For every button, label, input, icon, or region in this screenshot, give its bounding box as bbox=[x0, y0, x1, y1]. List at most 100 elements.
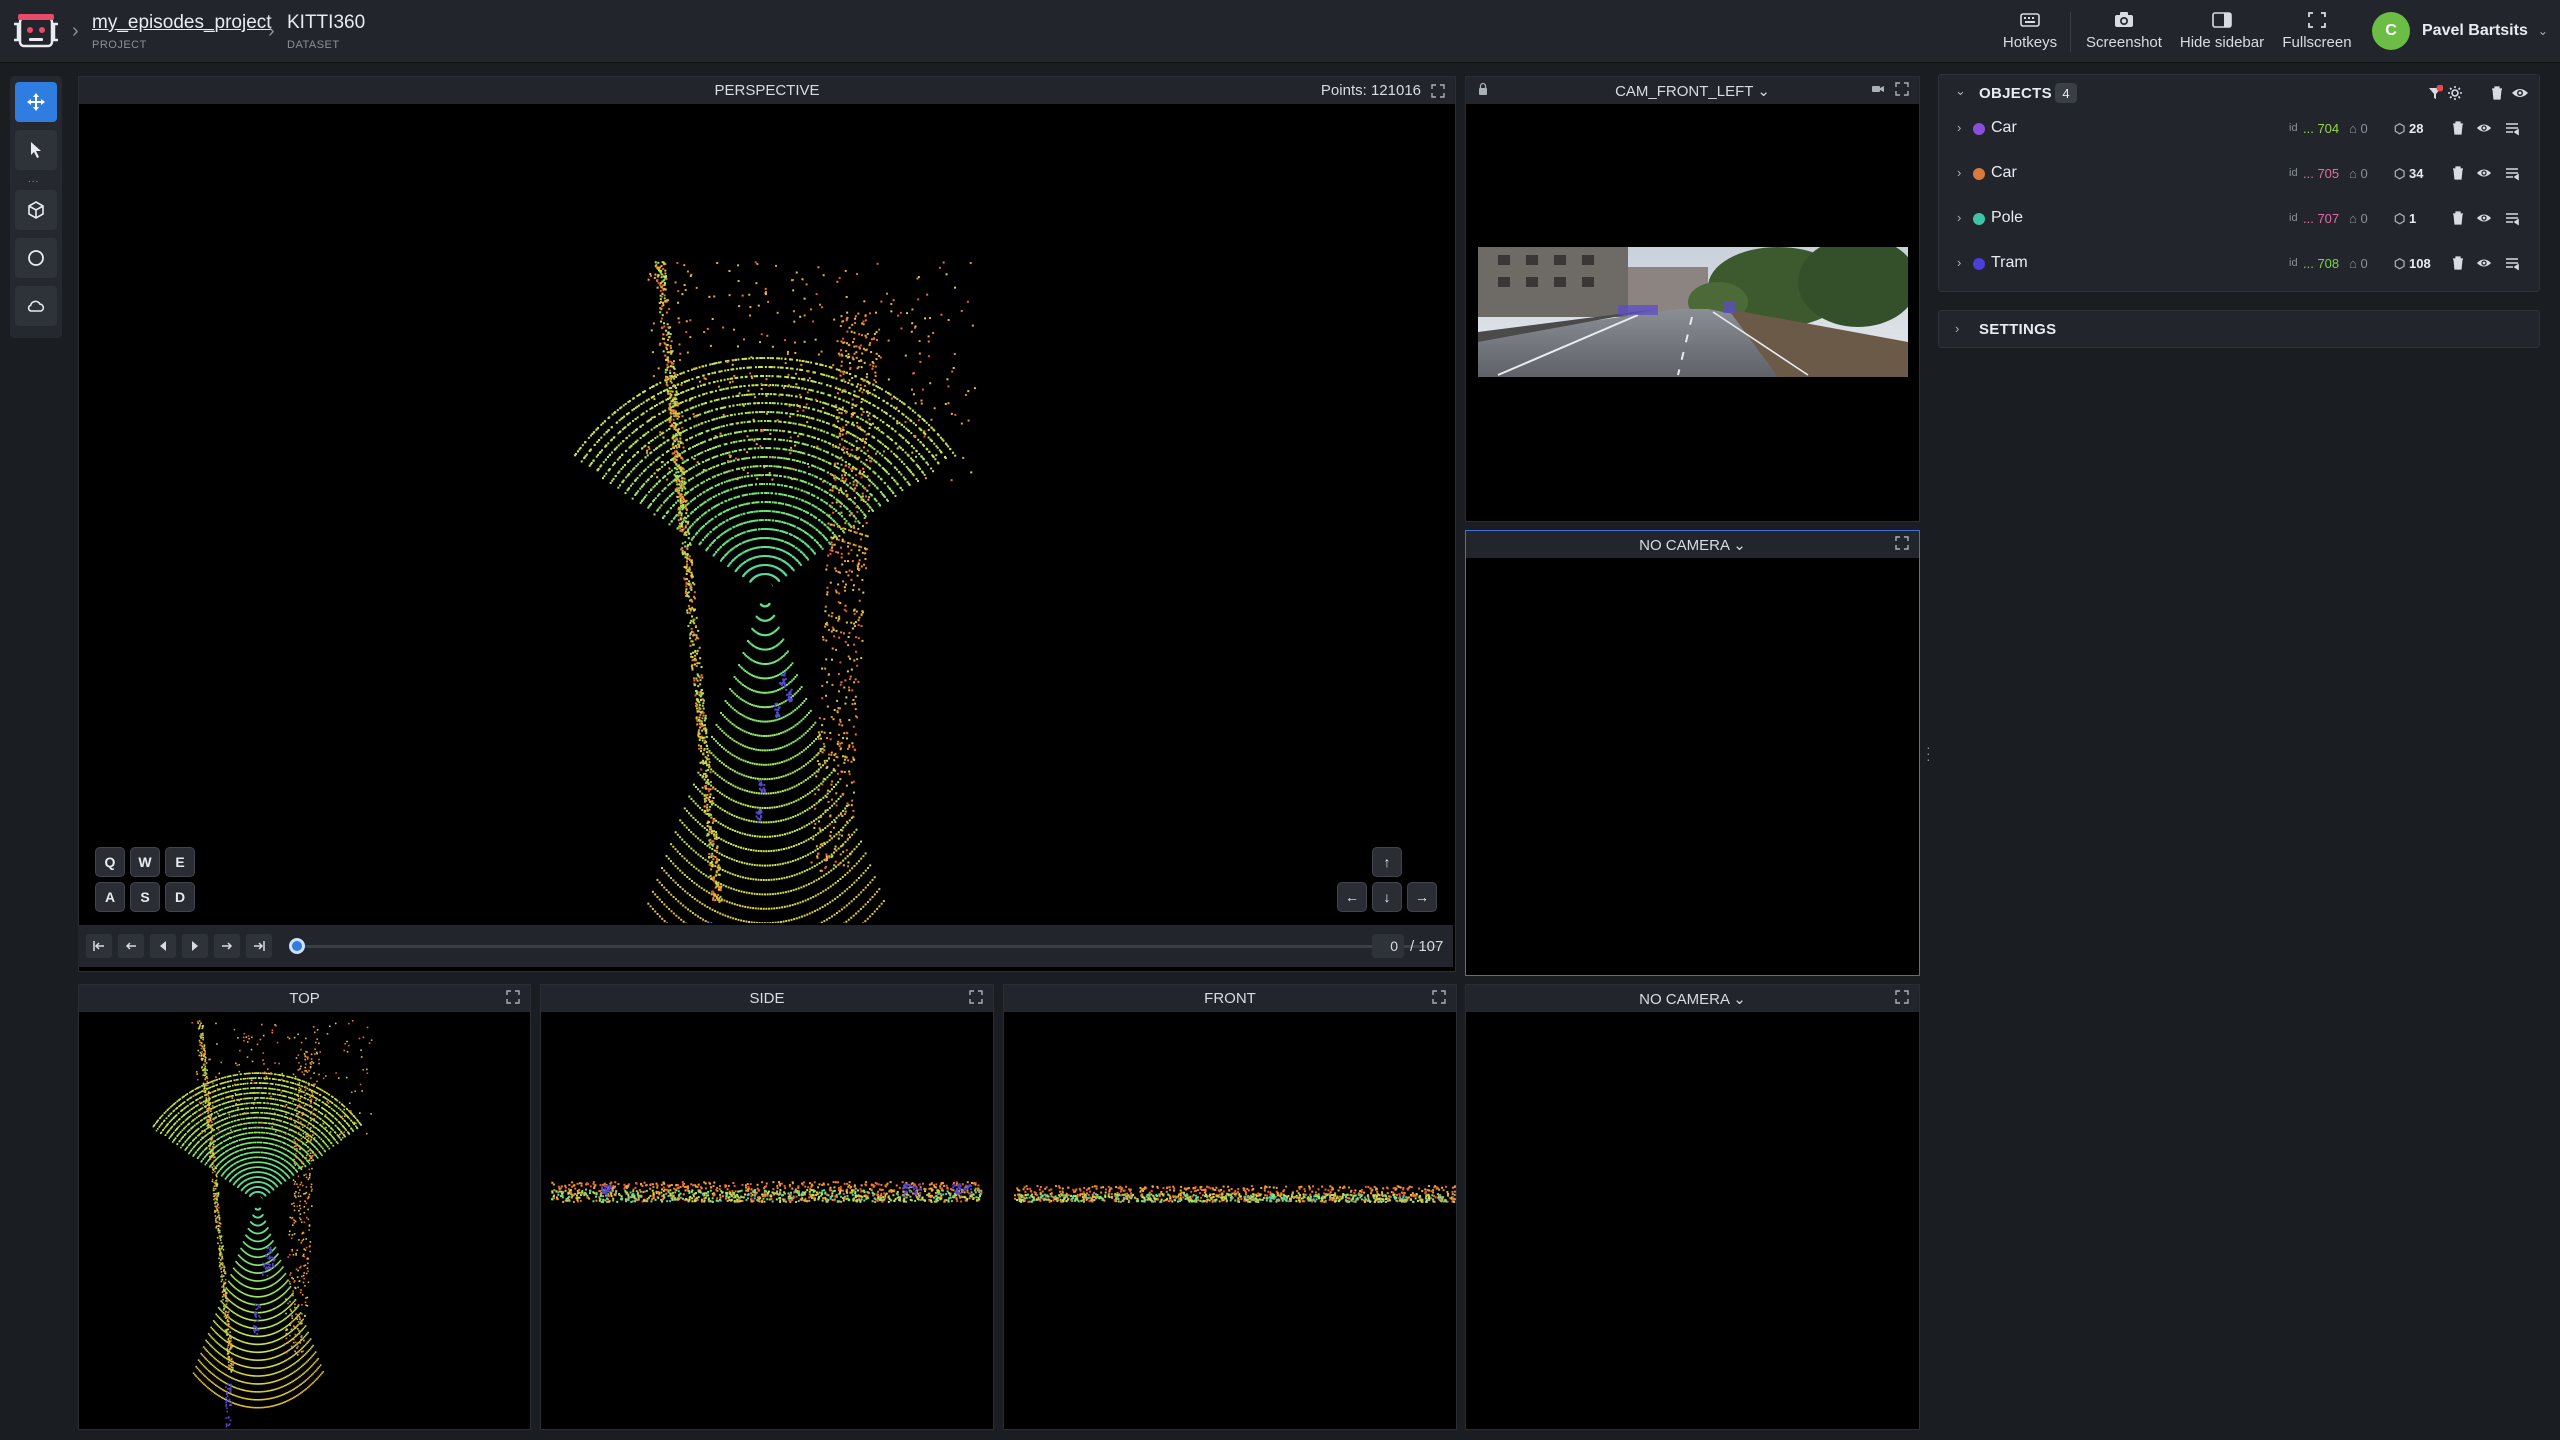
gear-icon[interactable] bbox=[2447, 85, 2463, 101]
key-q[interactable]: Q bbox=[95, 847, 125, 877]
hide-sidebar-button[interactable]: Hide sidebar bbox=[2178, 10, 2266, 54]
expand-icon[interactable] bbox=[1895, 82, 1909, 96]
key-s[interactable]: S bbox=[130, 882, 160, 912]
play-button[interactable] bbox=[182, 934, 208, 958]
screenshot-button[interactable]: Screenshot bbox=[2084, 10, 2164, 54]
front-view[interactable]: FRONT bbox=[1003, 984, 1457, 1430]
object-points-count: ⬡ 34 bbox=[2394, 166, 2423, 182]
expand-icon[interactable] bbox=[506, 990, 520, 1004]
eye-icon[interactable] bbox=[2475, 209, 2493, 227]
first-frame-button[interactable] bbox=[86, 934, 112, 958]
trash-icon[interactable] bbox=[2449, 164, 2467, 182]
cuboid-tool-button[interactable] bbox=[15, 190, 57, 230]
play-backward-button[interactable] bbox=[150, 934, 176, 958]
keyboard-icon bbox=[2020, 13, 2040, 27]
menu-icon[interactable] bbox=[2503, 254, 2521, 272]
user-menu[interactable]: C Pavel Bartsits ⌄ bbox=[2372, 11, 2548, 51]
chevron-right-icon[interactable]: › bbox=[1957, 255, 1961, 270]
chevron-down-icon[interactable]: ⌄ bbox=[2538, 24, 2548, 38]
menu-icon[interactable] bbox=[2503, 164, 2521, 182]
sidebar-resize-handle[interactable]: · · · bbox=[1926, 740, 1931, 766]
key-a[interactable]: A bbox=[95, 882, 125, 912]
arrow-down-icon[interactable]: ↓ bbox=[1372, 882, 1402, 912]
key-d[interactable]: D bbox=[165, 882, 195, 912]
class-color-dot bbox=[1973, 213, 1985, 225]
expand-icon[interactable] bbox=[1432, 990, 1446, 1004]
object-points-count: ⬡ 28 bbox=[2394, 121, 2423, 137]
timeline-thumb[interactable] bbox=[289, 938, 305, 954]
point-cloud-canvas[interactable] bbox=[79, 105, 1455, 923]
object-id: ... 707 bbox=[2303, 211, 2340, 226]
key-e[interactable]: E bbox=[165, 847, 195, 877]
key-w[interactable]: W bbox=[130, 847, 160, 877]
eye-icon[interactable] bbox=[2475, 164, 2493, 182]
expand-icon[interactable] bbox=[969, 990, 983, 1004]
arrow-up-icon[interactable]: ↑ bbox=[1372, 847, 1402, 877]
eye-icon[interactable] bbox=[2511, 85, 2529, 101]
object-class-name: Pole bbox=[1991, 209, 2024, 226]
breadcrumb-dataset[interactable]: KITTI360 DATASET bbox=[287, 12, 365, 51]
chevron-right-icon[interactable]: › bbox=[1955, 321, 1959, 336]
arrow-right-icon[interactable]: → bbox=[1407, 882, 1437, 912]
frame-input[interactable]: 0 bbox=[1372, 934, 1404, 958]
expand-icon[interactable] bbox=[1895, 536, 1909, 550]
avatar[interactable]: C bbox=[2372, 12, 2410, 50]
app-logo-icon[interactable] bbox=[12, 10, 60, 52]
fullscreen-button[interactable]: Fullscreen bbox=[2282, 10, 2352, 54]
project-name[interactable]: my_episodes_project bbox=[92, 12, 272, 34]
menu-icon[interactable] bbox=[2503, 119, 2521, 137]
camera-view-empty[interactable]: NO CAMERA ⌄ bbox=[1465, 530, 1920, 976]
eye-icon[interactable] bbox=[2475, 254, 2493, 272]
trash-icon[interactable] bbox=[2449, 254, 2467, 272]
prev-step-button[interactable] bbox=[118, 934, 144, 958]
last-frame-button[interactable] bbox=[246, 934, 272, 958]
perspective-view[interactable]: PERSPECTIVE Points: 121016 Q W E A S D ↑… bbox=[78, 76, 1456, 972]
top-view[interactable]: TOP bbox=[78, 984, 531, 1430]
breadcrumb-project[interactable]: my_episodes_project PROJECT bbox=[92, 12, 272, 51]
trash-icon[interactable] bbox=[2489, 85, 2505, 101]
expand-icon[interactable] bbox=[1895, 990, 1909, 1004]
user-name[interactable]: Pavel Bartsits bbox=[2422, 22, 2528, 40]
chevron-down-icon[interactable]: ⌄ bbox=[1955, 83, 1966, 99]
top-view-canvas[interactable] bbox=[79, 1013, 530, 1429]
chevron-right-icon[interactable]: › bbox=[1957, 165, 1961, 180]
trash-icon[interactable] bbox=[2449, 209, 2467, 227]
lock-icon[interactable] bbox=[1476, 82, 1490, 96]
breadcrumb-separator-icon: › bbox=[72, 20, 79, 42]
perspective-view-header: PERSPECTIVE Points: 121016 bbox=[79, 77, 1455, 104]
front-view-canvas[interactable] bbox=[1004, 1013, 1456, 1429]
camera-image[interactable] bbox=[1478, 247, 1908, 377]
video-camera-icon[interactable] bbox=[1871, 82, 1885, 96]
move-tool-button[interactable] bbox=[15, 82, 57, 122]
screenshot-label: Screenshot bbox=[2086, 34, 2162, 51]
hotkeys-button[interactable]: Hotkeys bbox=[2002, 10, 2058, 54]
play-back-icon bbox=[160, 941, 166, 951]
settings-section[interactable]: › SETTINGS bbox=[1938, 310, 2540, 348]
expand-icon[interactable] bbox=[1431, 83, 1445, 98]
camera-view-front-left[interactable]: CAM_FRONT_LEFT ⌄ bbox=[1465, 76, 1920, 522]
dataset-name[interactable]: KITTI360 bbox=[287, 12, 365, 34]
timeline-track[interactable] bbox=[298, 945, 1438, 948]
circle-tool-button[interactable] bbox=[15, 238, 57, 278]
camera-view-empty-bottom[interactable]: NO CAMERA ⌄ bbox=[1465, 984, 1920, 1430]
next-step-button[interactable] bbox=[214, 934, 240, 958]
chevron-right-icon[interactable]: › bbox=[1957, 210, 1961, 225]
eye-icon[interactable] bbox=[2475, 119, 2493, 137]
menu-icon[interactable] bbox=[2503, 209, 2521, 227]
pointcloud-tool-button[interactable] bbox=[15, 286, 57, 326]
front-view-title: FRONT bbox=[1204, 990, 1256, 1007]
select-tool-button[interactable] bbox=[15, 130, 57, 170]
object-row[interactable]: › Car id ... 704 ⌂ 0 ⬡ 28 bbox=[1939, 107, 2539, 151]
camera-select[interactable]: CAM_FRONT_LEFT ⌄ bbox=[1615, 82, 1770, 100]
camera-select[interactable]: NO CAMERA ⌄ bbox=[1639, 536, 1746, 554]
object-row[interactable]: › Pole id ... 707 ⌂ 0 ⬡ 1 bbox=[1939, 197, 2539, 241]
filter-icon[interactable] bbox=[2427, 85, 2443, 101]
side-view[interactable]: SIDE bbox=[540, 984, 994, 1430]
object-row[interactable]: › Tram id ... 708 ⌂ 0 ⬡ 108 bbox=[1939, 242, 2539, 286]
side-view-canvas[interactable] bbox=[541, 1013, 993, 1429]
trash-icon[interactable] bbox=[2449, 119, 2467, 137]
object-row[interactable]: › Car id ... 705 ⌂ 0 ⬡ 34 bbox=[1939, 152, 2539, 196]
chevron-right-icon[interactable]: › bbox=[1957, 120, 1961, 135]
camera-select[interactable]: NO CAMERA ⌄ bbox=[1639, 990, 1746, 1008]
arrow-left-icon[interactable]: ← bbox=[1337, 882, 1367, 912]
